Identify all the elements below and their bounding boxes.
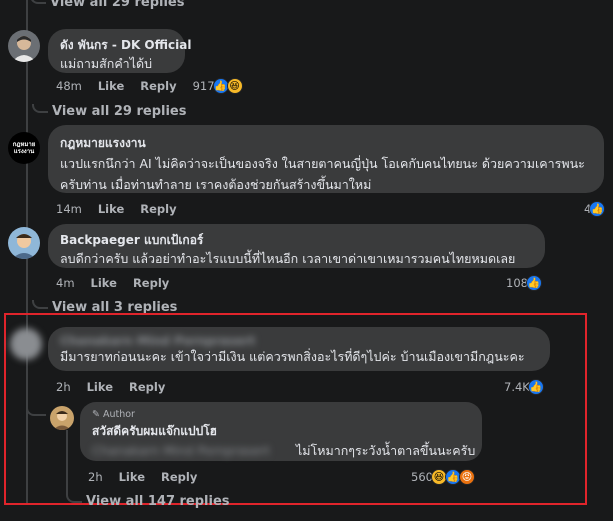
view-replies-link[interactable]: View all 147 replies xyxy=(66,494,230,509)
like-button[interactable]: Like xyxy=(98,79,124,93)
view-replies-link[interactable]: View all 29 replies xyxy=(30,0,184,10)
comment-text-line2: ครับท่าน เมื่อท่านทำลาย เราคงต้องช่วยกัน… xyxy=(60,177,372,192)
avatar[interactable] xyxy=(10,328,42,360)
comment-bubble: กฎหมายแรงงาน แวปแรกนึกว่า AI ไม่คิดว่าจะ… xyxy=(48,125,604,193)
comment-text: มีมารยาทก่อนนะคะ เข้าใจว่ามีเงิน แต่ควรพ… xyxy=(60,349,525,364)
comment-time[interactable]: 14m xyxy=(56,202,82,216)
comment-bubble: Chanakarn Mind Pornprasert มีมารยาทก่อนน… xyxy=(48,327,550,371)
like-reaction-icon: 👍 xyxy=(589,201,606,217)
reply-author[interactable]: สวัสดีครับผมแจ๊กแปปโฮ xyxy=(92,422,470,441)
reply-bubble: ✎ Author สวัสดีครับผมแจ๊กแปปโฮ Chanakarn… xyxy=(80,402,482,461)
like-button[interactable]: Like xyxy=(91,276,117,290)
reaction-count[interactable]: 7.4K 👍 xyxy=(504,379,544,395)
reply-elbow xyxy=(26,402,46,416)
comment-author[interactable]: Chanakarn Mind Pornprasert xyxy=(60,334,538,348)
like-reaction-icon: 👍 xyxy=(525,275,542,291)
reply-button[interactable]: Reply xyxy=(140,79,176,93)
author-badge: ✎ Author xyxy=(92,409,135,420)
comment-time[interactable]: 2h xyxy=(56,380,71,394)
comment-time[interactable]: 4m xyxy=(56,276,75,290)
avatar[interactable] xyxy=(8,30,40,62)
like-button[interactable]: Like xyxy=(98,202,124,216)
reply-text-row: Chanakarn Mind Pornprasert ไม่โหมากๆระวั… xyxy=(92,441,475,461)
pencil-icon: ✎ xyxy=(92,409,100,420)
comment-time[interactable]: 48m xyxy=(56,79,82,93)
view-replies-link[interactable]: View all 29 replies xyxy=(32,104,186,119)
reply-button[interactable]: Reply xyxy=(161,470,197,484)
comment-bubble: Backpaeger แบกเป้เกอร์ ลบดีกว่าครับ แล้ว… xyxy=(48,224,545,268)
reaction-count[interactable]: 560 😆 👍 😡 xyxy=(411,469,475,485)
comment-text: ลบดีกว่าครับ แล้วอย่าทำอะไรแบบนี้ที่ไหนอ… xyxy=(60,251,516,266)
comment-actions: 48m Like Reply 917 👍 😆 xyxy=(56,78,243,94)
like-button[interactable]: Like xyxy=(119,470,145,484)
reaction-count[interactable]: 917 👍 😆 xyxy=(193,78,243,94)
comment-text-line1: แวปแรกนึกว่า AI ไม่คิดว่าจะเป็นของจริง ใ… xyxy=(60,156,585,171)
like-reaction-icon: 👍 xyxy=(527,379,544,395)
mention-link[interactable]: Chanakarn Mind Pornprasert xyxy=(92,441,292,461)
like-button[interactable]: Like xyxy=(87,380,113,394)
page-avatar[interactable]: กฎหมาย แรงงาน xyxy=(8,132,40,164)
comment-author[interactable]: ดัง พันกร - DK Official xyxy=(60,36,191,55)
reply-text: ไม่โหมากๆระวังน้ำตาลขึ้นนะครับ xyxy=(295,443,476,458)
reply-button[interactable]: Reply xyxy=(140,202,176,216)
comment-author[interactable]: กฎหมายแรงงาน xyxy=(60,134,592,153)
haha-reaction-icon: 😆 xyxy=(226,78,243,94)
comment-actions: 4m Like Reply xyxy=(56,276,169,290)
avatar[interactable] xyxy=(8,227,40,259)
comment-text: แม่ถามสักคำได้บ่ xyxy=(60,56,153,71)
reply-button[interactable]: Reply xyxy=(133,276,169,290)
reply-actions: 2h Like Reply xyxy=(88,470,197,484)
reaction-count[interactable]: 4 👍 xyxy=(584,201,606,217)
author-avatar[interactable] xyxy=(50,406,74,430)
angry-reaction-icon: 😡 xyxy=(458,469,475,485)
reply-time[interactable]: 2h xyxy=(88,470,103,484)
reply-button[interactable]: Reply xyxy=(129,380,165,394)
comment-author[interactable]: Backpaeger แบกเป้เกอร์ xyxy=(60,231,533,250)
comment-bubble: ดัง พันกร - DK Official แม่ถามสักคำได้บ่ xyxy=(48,29,191,73)
reaction-count[interactable]: 108 👍 xyxy=(506,275,542,291)
comment-actions: 14m Like Reply xyxy=(56,202,177,216)
comment-actions: 2h Like Reply xyxy=(56,380,165,394)
